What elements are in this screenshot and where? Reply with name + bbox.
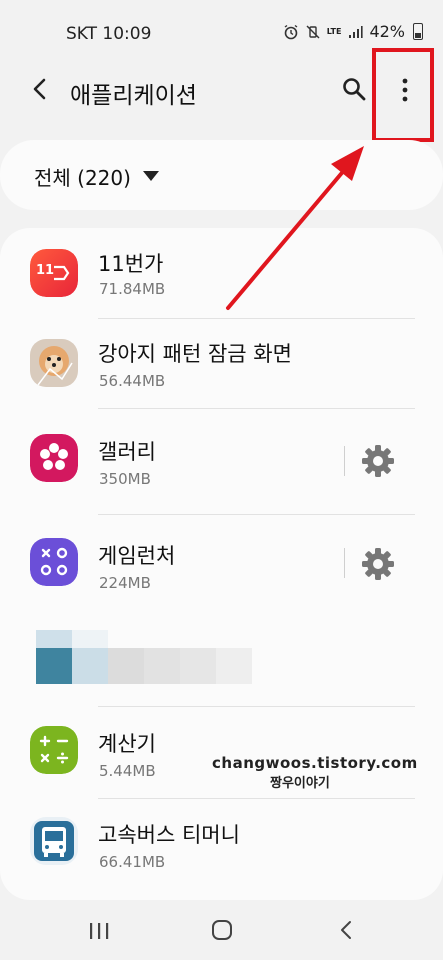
watermark-name: 짱우이야기 <box>270 776 330 791</box>
app-size: 71.84MB <box>99 280 166 298</box>
gear-icon[interactable] <box>360 443 396 479</box>
row-divider <box>98 798 415 799</box>
row-divider <box>98 408 415 409</box>
search-icon[interactable] <box>341 76 367 102</box>
app-name: 고속버스 티머니 <box>98 823 240 847</box>
app-size: 66.41MB <box>99 853 166 871</box>
network-lte-label: LTE <box>326 26 342 36</box>
app-name: 계산기 <box>98 732 156 756</box>
recent-apps-icon[interactable] <box>88 922 110 940</box>
list-item-calculator[interactable]: 계산기 5.44MB <box>0 708 443 799</box>
watermark-url: changwoos.tistory.com <box>212 754 418 772</box>
row-divider <box>98 318 415 319</box>
home-icon[interactable] <box>211 919 233 941</box>
bus-app-icon <box>30 817 78 865</box>
game-launcher-app-icon <box>30 538 78 586</box>
row-divider <box>98 706 415 707</box>
status-icons: LTE 42% <box>283 22 423 41</box>
app-size: 350MB <box>99 470 151 488</box>
back-arrow-icon[interactable] <box>26 74 56 104</box>
app-size: 224MB <box>99 574 151 592</box>
divider <box>344 548 345 578</box>
battery-icon <box>413 23 423 40</box>
app-name: 게임런처 <box>98 544 176 568</box>
page-title: 애플리케이션 <box>70 83 197 109</box>
system-nav-bar <box>0 900 443 960</box>
app-name: 11번가 <box>98 252 164 276</box>
signal-icon <box>349 25 364 38</box>
row-divider <box>98 514 415 515</box>
battery-percent: 42% <box>369 22 405 41</box>
list-item-express-bus[interactable]: 고속버스 티머니 66.41MB <box>0 800 443 890</box>
blurred-list-item <box>24 630 254 685</box>
app-size: 5.44MB <box>99 762 156 780</box>
alarm-icon <box>284 24 298 39</box>
app-name: 갤러리 <box>98 440 156 464</box>
list-item-game-launcher[interactable]: 게임런처 224MB <box>0 516 443 606</box>
app-size: 56.44MB <box>99 372 166 390</box>
app-name: 강아지 패턴 잠금 화면 <box>98 342 292 366</box>
list-item-gallery[interactable]: 갤러리 350MB <box>0 410 443 515</box>
status-carrier-time: SKT 10:09 <box>66 24 152 44</box>
gear-icon[interactable] <box>360 546 396 582</box>
puppy-lock-app-icon <box>30 339 78 387</box>
list-item-11st[interactable]: 11 11번가 71.84MB <box>0 228 443 319</box>
dropdown-arrow-icon <box>143 171 159 181</box>
annotation-highlight-box <box>372 48 434 142</box>
calculator-app-icon <box>30 726 78 774</box>
divider <box>344 446 345 476</box>
nav-back-icon[interactable] <box>338 920 354 940</box>
app-list: 11 11번가 71.84MB 강아지 패턴 잠금 화면 56.44MB 갤러리… <box>0 228 443 900</box>
list-item-puppy-lock[interactable]: 강아지 패턴 잠금 화면 56.44MB <box>0 320 443 410</box>
filter-dropdown[interactable]: 전체 (220) <box>0 140 443 210</box>
gallery-app-icon <box>30 434 78 482</box>
vibrate-mute-icon <box>306 25 320 38</box>
filter-label: 전체 (220) <box>34 166 131 190</box>
11st-icon-label: 11 <box>36 263 55 278</box>
